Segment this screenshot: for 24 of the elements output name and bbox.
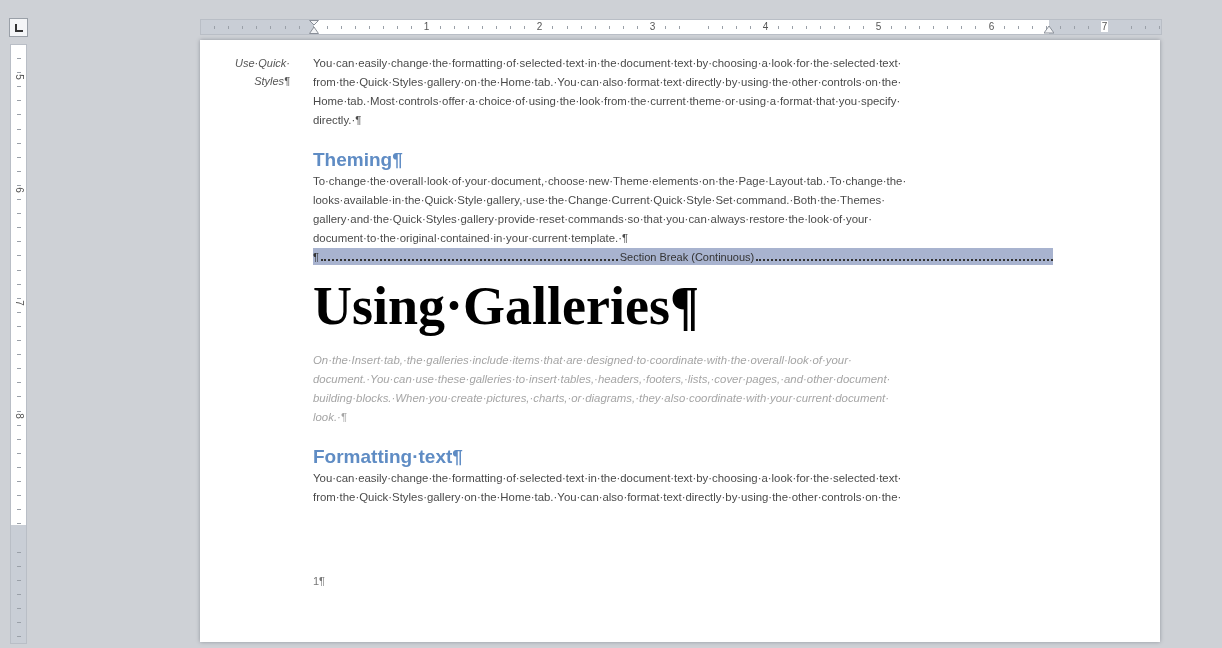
paragraph: You·can·easily·change·the·formatting·of·selected·text·in·the·document·text·by·choosing·a·look·for·the·selected·text· from·the·Quick·Styles·gallery·on·the·Home·tab.·You·can·also·format·text·directly·by·using·the·other·controls·on·the· [313, 471, 903, 505]
ruler-number: 4 [761, 21, 770, 32]
heading: Theming¶ [313, 148, 404, 172]
page-number: 1¶ [313, 575, 327, 587]
paragraph: On·the·Insert·tab,·the·galleries·include·items·that·are·designed·to·coordinate·with·the·overall·look·of·your· document.·You·can·use·these·galleries·to·insert·tables,·headers,·footers,·lists,·cover·pages,·and·other·document· building·blocks.·When·you·create·pictures,·charts,·or·diagrams,·they·also·coordinate·with·your·current·document· look.·¶ [313, 353, 892, 425]
section-break-label: Section Break (Continuous) [619, 250, 755, 263]
margin-note: Use·Quick· Styles¶ [234, 56, 290, 89]
pilcrow: ¶ [313, 250, 319, 263]
ruler-number: 7 [1100, 21, 1109, 32]
paragraph: To·change·the·overall·look·of·your·document,·choose·new·Theme·elements·on·the·Page·Layout·tab.·To·change·the· looks·available·in·the·Quick·Style·gallery,·use·the·Change·Current·Quick·Style·Set·command.·Both·the·Themes· gallery·and·the·Quick·Styles·gallery·provide·reset·commands·so·that·you·can·always·restore·the·look·of·your· document·to·the·original·contained·in·your·current·template.·¶ [313, 174, 908, 246]
vertical-ruler[interactable]: 5 6 7 8 [10, 44, 27, 644]
paragraph: You·can·easily·change·the·formatting·of·selected·text·in·the·document·text·by·choosing·a·look·for·the·selected·text· from·the·Quick·Styles·gallery·on·the·Home·tab.·You·can·also·format·text·directly·by·using·the·other·controls·on·the· Home·tab.·Most·controls·offer·a·choice·of·using·the·look·from·the·current·theme·or·using·a·format·that·you·specify· directly.·¶ [313, 56, 903, 128]
indent-marker-icon[interactable] [309, 20, 319, 34]
heading: Formatting·text¶ [313, 445, 464, 469]
ruler-number: 1 [422, 21, 431, 32]
title: Using·Galleries¶ [313, 275, 701, 337]
ruler-number: 6 [987, 21, 996, 32]
right-indent-marker-icon[interactable] [1044, 26, 1054, 34]
ruler-number: 2 [535, 21, 544, 32]
tab-selector[interactable] [9, 18, 28, 37]
ruler-number: 5 [874, 21, 883, 32]
horizontal-ruler[interactable]: 1 2 3 4 5 6 7 [200, 19, 1162, 35]
left-tab-icon [14, 23, 23, 32]
ruler-number: 3 [648, 21, 657, 32]
